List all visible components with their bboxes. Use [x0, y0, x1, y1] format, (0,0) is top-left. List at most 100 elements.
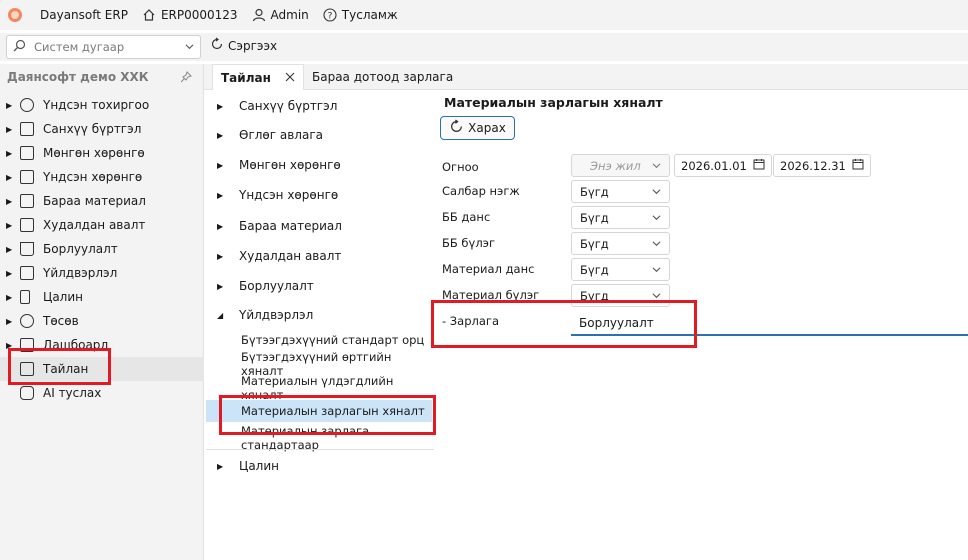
search-placeholder: Систем дугаар	[34, 40, 125, 54]
expand-arrow-icon[interactable]: ▶	[217, 161, 231, 170]
calendar-icon[interactable]	[852, 158, 864, 173]
bb-group-select[interactable]: Бүгд	[571, 232, 670, 255]
tree-node[interactable]: ▶ Санхүү бүртгэл	[204, 95, 337, 117]
field-label: Салбар нэгж	[442, 184, 520, 198]
date-to-input[interactable]: 2026.12.31	[773, 154, 871, 177]
field-label: ББ бүлэг	[442, 236, 496, 250]
search-input[interactable]: Систем дугаар	[6, 35, 201, 59]
ledger-icon	[20, 122, 34, 136]
help-link[interactable]: ? Тусламж	[323, 8, 398, 22]
bb-account-select[interactable]: Бүгд	[571, 206, 670, 229]
tree-node[interactable]: ▶ Бараа материал	[204, 215, 342, 237]
collapse-arrow-icon[interactable]: ◢	[217, 311, 231, 320]
sidebar-item-fixed-assets[interactable]: ▶ Үндсэн хөрөнгө	[0, 165, 204, 189]
sidebar-item-purchase[interactable]: ▶ Худалдан авалт	[0, 213, 204, 237]
tree-child-selected[interactable]: Материалын зарлагын хяналт	[206, 400, 432, 422]
cash-icon	[20, 146, 34, 160]
report-tree: ▶ Санхүү бүртгэл ▶ Өглөг авлага ▶ Мөнгөн хө…	[204, 92, 434, 560]
gear-icon	[20, 98, 34, 112]
close-icon[interactable]	[285, 71, 295, 85]
robot-icon	[20, 386, 34, 400]
material-account-select[interactable]: Бүгд	[571, 258, 670, 281]
sidebar-item-dashboard[interactable]: ▶ Дашбоард	[0, 333, 204, 357]
toolbar: Систем дугаар Сэргээх	[0, 33, 968, 61]
production-icon	[20, 266, 34, 280]
period-select[interactable]: Энэ жил	[571, 154, 670, 177]
expand-arrow-icon[interactable]: ▶	[217, 131, 231, 140]
tree-child[interactable]: Материалын зарлага стандартаар	[241, 424, 434, 452]
expand-arrow-icon[interactable]: ▶	[6, 173, 14, 182]
expand-arrow-icon[interactable]: ▶	[6, 245, 14, 254]
tree-node-expanded[interactable]: ◢ Үйлдвэрлэл	[204, 304, 313, 326]
dashboard-icon	[20, 338, 34, 352]
date-label: Огноо	[442, 160, 479, 174]
expand-arrow-icon[interactable]: ▶	[6, 317, 14, 326]
salary-icon	[20, 290, 30, 304]
sidebar-item-cash[interactable]: ▶ Мөнгөн хөрөнгө	[0, 141, 204, 165]
tree-node[interactable]: ▶ Борлуулалт	[204, 275, 314, 297]
tree-child[interactable]: Материалын үлдэгдлийн хяналт	[241, 374, 434, 402]
sidebar-item-inventory[interactable]: ▶ Бараа материал	[0, 189, 204, 213]
sidebar: Даянсофт демо ХХК ▶ Үндсэн тохиргоо ▶ Санх…	[0, 64, 204, 560]
expand-arrow-icon[interactable]: ▶	[6, 197, 14, 206]
chevron-down-icon	[652, 211, 661, 225]
home-icon	[142, 8, 156, 22]
page-title: Материалын зарлагын хяналт	[444, 95, 663, 110]
sidebar-item-salary[interactable]: ▶ Цалин	[0, 285, 204, 309]
expand-arrow-icon[interactable]: ▶	[6, 149, 14, 158]
expand-arrow-icon[interactable]: ▶	[217, 282, 231, 291]
user-menu[interactable]: Admin	[252, 8, 309, 22]
tab-strip: Тайлан Бараа дотоод зарлага	[204, 64, 968, 90]
report-icon	[20, 362, 34, 376]
tree-node[interactable]: ▶ Өглөг авлага	[204, 124, 323, 146]
expense-label: - Зарлага	[442, 314, 500, 328]
cart-icon	[20, 242, 34, 256]
material-group-select[interactable]: Бүгд	[571, 284, 670, 307]
pin-icon[interactable]	[180, 71, 192, 86]
calendar-icon[interactable]	[753, 158, 765, 173]
tab-reports[interactable]: Тайлан	[212, 64, 304, 90]
doc-id[interactable]: ERP0000123	[142, 8, 238, 22]
expand-arrow-icon[interactable]: ▶	[217, 252, 231, 261]
expand-arrow-icon[interactable]: ▶	[6, 293, 14, 302]
tree-node[interactable]: ▶ Мөнгөн хөрөнгө	[204, 154, 341, 176]
chevron-down-icon[interactable]	[185, 40, 194, 54]
app-logo-icon	[8, 8, 22, 22]
expand-arrow-icon[interactable]: ▶	[6, 101, 14, 110]
refresh-button[interactable]: Сэргээх	[210, 37, 277, 54]
tree-child[interactable]: Бүтээгдэхүүний стандарт орц	[241, 329, 424, 351]
chevron-down-icon	[652, 237, 661, 251]
tab-inventory-expense[interactable]: Бараа дотоод зарлага	[304, 64, 461, 90]
expand-arrow-icon[interactable]: ▶	[6, 269, 14, 278]
view-button[interactable]: Харах	[440, 116, 515, 140]
expand-arrow-icon[interactable]: ▶	[6, 125, 14, 134]
refresh-icon	[449, 119, 464, 137]
tree-node[interactable]: ▶ Цалин	[204, 455, 279, 477]
sidebar-item-settings[interactable]: ▶ Үндсэн тохиргоо	[0, 93, 204, 117]
date-from-input[interactable]: 2026.01.01	[674, 154, 772, 177]
asset-icon	[20, 170, 34, 184]
sidebar-item-sales[interactable]: ▶ Борлуулалт	[0, 237, 204, 261]
tree-node[interactable]: ▶ Худалдан авалт	[204, 245, 341, 267]
purchase-icon	[20, 218, 34, 232]
org-name: Даянсофт демо ХХК	[7, 70, 149, 84]
chevron-down-icon	[652, 289, 661, 303]
sidebar-item-reports[interactable]: Тайлан	[0, 357, 204, 381]
expand-arrow-icon[interactable]: ▶	[217, 462, 231, 471]
expand-arrow-icon[interactable]: ▶	[6, 341, 14, 350]
sidebar-item-budget[interactable]: ▶ Төсөв	[0, 309, 204, 333]
box-icon	[20, 194, 34, 208]
tree-node[interactable]: ▶ Үндсэн хөрөнгө	[204, 184, 338, 206]
expand-arrow-icon[interactable]: ▶	[6, 221, 14, 230]
branch-select[interactable]: Бүгд	[571, 180, 670, 203]
expense-input[interactable]: Борлуулалт	[571, 312, 968, 336]
expand-arrow-icon[interactable]: ▶	[217, 191, 231, 200]
expand-arrow-icon[interactable]: ▶	[217, 102, 231, 111]
expand-arrow-icon[interactable]: ▶	[217, 222, 231, 231]
sidebar-item-accounting[interactable]: ▶ Санхүү бүртгэл	[0, 117, 204, 141]
sidebar-item-production[interactable]: ▶ Үйлдвэрлэл	[0, 261, 204, 285]
chevron-down-icon	[652, 185, 661, 199]
tree-child[interactable]: Бүтээгдэхүүний өртгийн хяналт	[241, 350, 434, 378]
search-icon	[13, 39, 26, 55]
sidebar-item-ai-assistant[interactable]: AI туслах	[0, 381, 204, 405]
